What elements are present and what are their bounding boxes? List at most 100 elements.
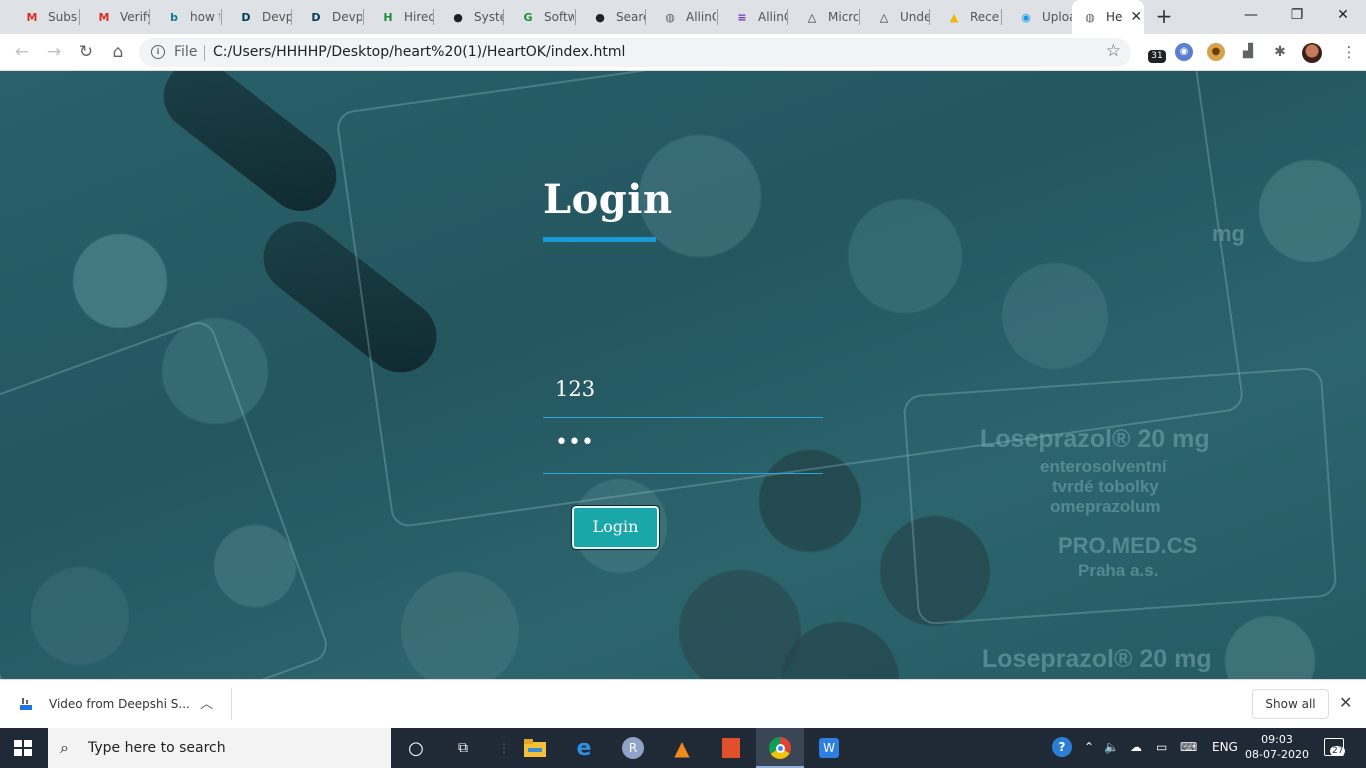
browser-tab[interactable]: ● Searcl: [576, 2, 646, 32]
new-tab-button[interactable]: +: [1153, 6, 1175, 28]
taskbar-separator: ⋮: [498, 741, 510, 755]
browser-tab[interactable]: ● Syster: [434, 2, 504, 32]
tab-title: Syster: [474, 10, 504, 24]
tab-title: Searcl: [616, 10, 646, 24]
avatar[interactable]: [1302, 43, 1322, 63]
task-view-icon[interactable]: ⧉: [451, 736, 475, 760]
tab-title: Micro: [828, 10, 858, 24]
tab-title: Softw: [544, 10, 574, 24]
download-item-name[interactable]: Video from Deepshi S...: [49, 697, 190, 711]
hired-icon: H: [383, 10, 393, 24]
url-text[interactable]: C:/Users/HHHHP/Desktop/heart%20(1)/Heart…: [213, 44, 625, 60]
mute-icon[interactable]: 🔈: [1104, 740, 1119, 754]
bookmark-star-icon[interactable]: ☆: [1106, 41, 1121, 61]
browser-tab[interactable]: M Subsc: [8, 2, 78, 32]
download-divider: [231, 688, 232, 720]
minimize-button[interactable]: —: [1228, 0, 1274, 32]
udemy-icon: △: [807, 10, 817, 24]
forms-icon: ≡: [737, 10, 747, 24]
address-divider: [204, 45, 205, 61]
show-all-button[interactable]: Show all: [1252, 689, 1329, 719]
info-icon[interactable]: i: [151, 45, 165, 59]
calendar-icon[interactable]: 31: [1148, 50, 1166, 63]
tab-title: Uploa: [1042, 10, 1072, 24]
tab-separator: [503, 9, 504, 25]
tab-separator: [859, 9, 860, 25]
chevron-up-icon[interactable]: ︿: [200, 693, 213, 712]
tab-title: Subsc: [48, 10, 78, 24]
analytics-icon[interactable]: ▟: [1239, 43, 1257, 61]
browser-tab[interactable]: D Devpo: [222, 2, 292, 32]
cortana-icon[interactable]: ○: [404, 736, 428, 760]
print-text: mg: [1212, 221, 1245, 246]
puzzle-icon[interactable]: ✱: [1271, 43, 1289, 61]
tab-separator: [787, 9, 788, 25]
office-icon[interactable]: [719, 736, 743, 760]
address-bar[interactable]: i File C:/Users/HHHHP/Desktop/heart%20(1…: [139, 38, 1131, 67]
browser-tab[interactable]: G Softw: [504, 2, 574, 32]
window-close-button[interactable]: ✕: [1320, 0, 1366, 32]
password-input[interactable]: •••: [543, 426, 823, 474]
close-icon[interactable]: ✕: [1339, 693, 1352, 712]
browser-tab[interactable]: ≡ AllinC: [718, 2, 788, 32]
gmail-icon: M: [98, 10, 110, 24]
windows-start-icon[interactable]: [14, 740, 32, 756]
extension-icon[interactable]: ◉: [1175, 43, 1193, 61]
tab-separator: [221, 9, 222, 25]
back-button[interactable]: ←: [10, 40, 34, 64]
page-viewport: Loseprazol® 20 mg enterosolventní tvrdé …: [0, 71, 1366, 679]
browser-tab[interactable]: ◉ Uploa: [1002, 2, 1072, 32]
browser-tab[interactable]: b how t: [150, 2, 220, 32]
gmail-icon: M: [26, 10, 38, 24]
help-icon[interactable]: ?: [1052, 737, 1072, 757]
devpost-icon: D: [241, 10, 251, 24]
network-icon[interactable]: ☁: [1130, 740, 1142, 754]
udemy-icon: △: [879, 10, 889, 24]
browser-tab[interactable]: ▲ Recen: [930, 2, 1000, 32]
keyboard-icon[interactable]: ⌨: [1180, 740, 1197, 754]
username-value: 123: [555, 377, 596, 401]
close-tab-icon[interactable]: ✕: [1130, 9, 1142, 25]
browser-tab[interactable]: ◍ AllinC: [646, 2, 716, 32]
language-indicator[interactable]: ENG: [1212, 740, 1238, 754]
tab-title: AllinC: [758, 10, 788, 24]
chrome-icon[interactable]: [768, 736, 792, 760]
tab-separator: [291, 9, 292, 25]
login-button[interactable]: Login: [571, 505, 660, 550]
drive-icon: ▲: [949, 10, 959, 24]
title-underline: [543, 237, 656, 242]
battery-icon[interactable]: ▭: [1156, 740, 1167, 754]
clock-time: 09:03: [1261, 733, 1293, 746]
cookie-icon[interactable]: ●: [1207, 43, 1225, 61]
vlc-icon[interactable]: ▲: [670, 736, 694, 760]
forward-button[interactable]: →: [42, 40, 66, 64]
taskbar-search-box[interactable]: ⌕ Type here to search: [48, 728, 391, 768]
print-text: enterosolventní: [1040, 457, 1167, 476]
edge-icon[interactable]: e: [572, 736, 596, 761]
maximize-button[interactable]: ❐: [1274, 0, 1320, 32]
r-app-icon[interactable]: R: [621, 736, 645, 760]
password-value: •••: [555, 430, 594, 455]
wps-icon[interactable]: W: [817, 736, 841, 760]
home-button[interactable]: ⌂: [106, 40, 130, 64]
menu-icon[interactable]: ⋮: [1340, 43, 1358, 61]
chevron-up-icon[interactable]: ⌃: [1084, 740, 1094, 754]
reload-button[interactable]: ↻: [74, 40, 98, 64]
browser-tab-active[interactable]: ◍ He ✕: [1072, 0, 1144, 34]
browser-tab[interactable]: D Devpo: [292, 2, 362, 32]
file-explorer-icon[interactable]: [523, 736, 547, 760]
search-icon: ⌕: [60, 738, 69, 757]
tab-title: how t: [190, 10, 220, 24]
browser-tab[interactable]: △ Micro: [788, 2, 858, 32]
notification-icon[interactable]: 27: [1324, 738, 1346, 756]
login-form: Login 123 •••: [543, 176, 823, 474]
clock[interactable]: 09:03 08-07-2020: [1244, 732, 1310, 762]
tab-title: Devpo: [262, 10, 292, 24]
tab-separator: [929, 9, 930, 25]
username-input[interactable]: 123: [543, 370, 823, 418]
browser-tab[interactable]: △ Unde: [860, 2, 930, 32]
browser-tab[interactable]: M Verify: [80, 2, 150, 32]
download-bar: Video from Deepshi S... ︿ Show all ✕: [0, 679, 1366, 728]
browser-tab[interactable]: H Hired: [364, 2, 434, 32]
tab-title: AllinC: [686, 10, 716, 24]
